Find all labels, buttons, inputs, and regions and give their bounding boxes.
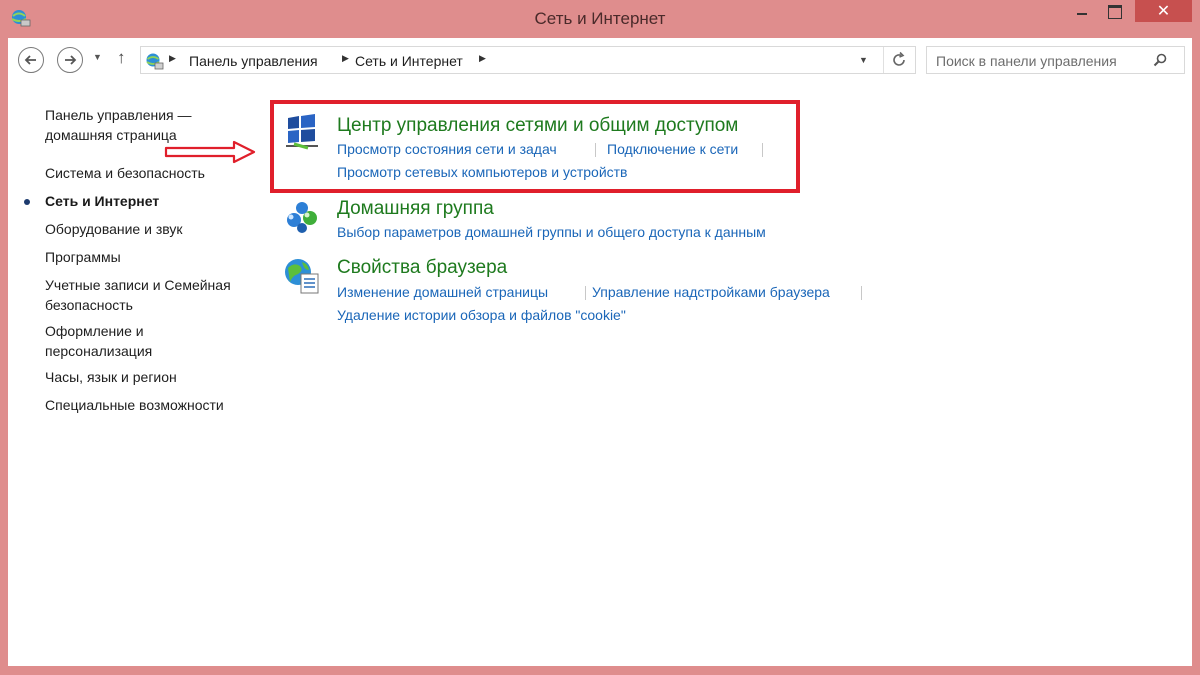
breadcrumb-network-internet[interactable]: Сеть и Интернет [355,53,463,69]
sidebar-item-programs[interactable]: Программы [45,247,121,267]
browser-properties-icon [285,259,319,294]
category-homegroup: Домашняя группа Выбор параметров домашне… [282,198,842,240]
forward-button[interactable] [57,47,83,73]
back-button[interactable] [18,47,44,73]
active-bullet-icon [24,199,30,205]
breadcrumb-control-panel[interactable]: Панель управления [189,53,318,69]
window-title: Сеть и Интернет [534,9,666,28]
sidebar-item-label: персонализация [45,343,153,359]
address-dropdown-icon[interactable]: ▼ [859,55,868,65]
arrow-left-icon [24,55,36,65]
sidebar-item-label: безопасность [45,297,133,313]
address-divider [883,47,884,73]
task-separator [585,286,586,300]
manage-addons-link[interactable]: Управление надстройками браузера [592,284,830,300]
navigation-toolbar: ▼ ↑ ▶ Панель управления ▶ Сеть и Интерне… [8,38,1192,82]
arrow-right-icon [65,55,77,65]
sidebar-item-accessibility[interactable]: Специальные возможности [45,395,224,415]
task-separator [762,143,763,157]
delete-browsing-history-link[interactable]: Удаление истории обзора и файлов "cookie… [337,307,626,323]
annotation-arrow-icon [164,140,256,164]
homegroup-icon [287,202,317,233]
network-location-icon [146,53,164,70]
sidebar-item-label: Панель управления — [45,107,192,123]
sidebar-item-system-security[interactable]: Система и безопасность [45,163,205,183]
homegroup-title[interactable]: Домашняя группа [337,198,494,220]
sidebar-item-user-accounts[interactable]: Учетные записи и Семейная безопасность [45,275,231,315]
browser-properties-title[interactable]: Свойства браузера [337,257,507,279]
sidebar-item-label: Оформление и [45,323,144,339]
view-network-status-link[interactable]: Просмотр состояния сети и задач [337,141,557,157]
close-button[interactable]: ✕ [1135,0,1192,22]
view-network-computers-link[interactable]: Просмотр сетевых компьютеров и устройств [337,164,628,180]
up-arrow-icon[interactable]: ↑ [117,48,126,68]
address-bar[interactable]: ▶ Панель управления ▶ Сеть и Интернет ▶ … [140,46,916,74]
homegroup-settings-link[interactable]: Выбор параметров домашней группы и общег… [337,224,766,240]
category-browser-properties: Свойства браузера Изменение домашней стр… [282,256,882,326]
task-separator [861,286,862,300]
network-center-title[interactable]: Центр управления сетями и общим доступом [337,115,738,137]
breadcrumb-separator-icon[interactable]: ▶ [479,53,486,64]
connect-to-network-link[interactable]: Подключение к сети [607,141,738,157]
refresh-icon[interactable] [889,50,909,70]
change-home-page-link[interactable]: Изменение домашней страницы [337,284,548,300]
window-frame: ▼ ↑ ▶ Панель управления ▶ Сеть и Интерне… [8,38,1192,666]
search-input[interactable]: Поиск в панели управления [936,53,1117,69]
breadcrumb-separator-icon[interactable]: ▶ [342,53,349,64]
network-center-icon [286,114,318,150]
maximize-button[interactable] [1100,0,1130,22]
title-bar: Сеть и Интернет ✕ [0,0,1200,38]
sidebar-item-network-internet[interactable]: Сеть и Интернет [45,191,159,211]
minimize-button[interactable] [1068,0,1098,22]
breadcrumb-separator-icon[interactable]: ▶ [169,53,176,64]
sidebar-item-label: Учетные записи и Семейная [45,277,231,293]
task-separator [595,143,596,157]
search-icon[interactable] [1152,52,1168,68]
sidebar-item-hardware-sound[interactable]: Оборудование и звук [45,219,183,239]
category-network-center: Центр управления сетями и общим доступом… [282,112,782,184]
sidebar: Панель управления — домашняя страница Си… [8,82,258,666]
sidebar-item-home[interactable]: Панель управления — домашняя страница [45,105,192,145]
close-icon: ✕ [1156,1,1171,20]
recent-locations-chevron-icon[interactable]: ▼ [93,52,102,62]
sidebar-item-clock-region[interactable]: Часы, язык и регион [45,367,177,387]
sidebar-item-appearance[interactable]: Оформление и персонализация [45,321,152,361]
search-box[interactable]: Поиск в панели управления [926,46,1185,74]
